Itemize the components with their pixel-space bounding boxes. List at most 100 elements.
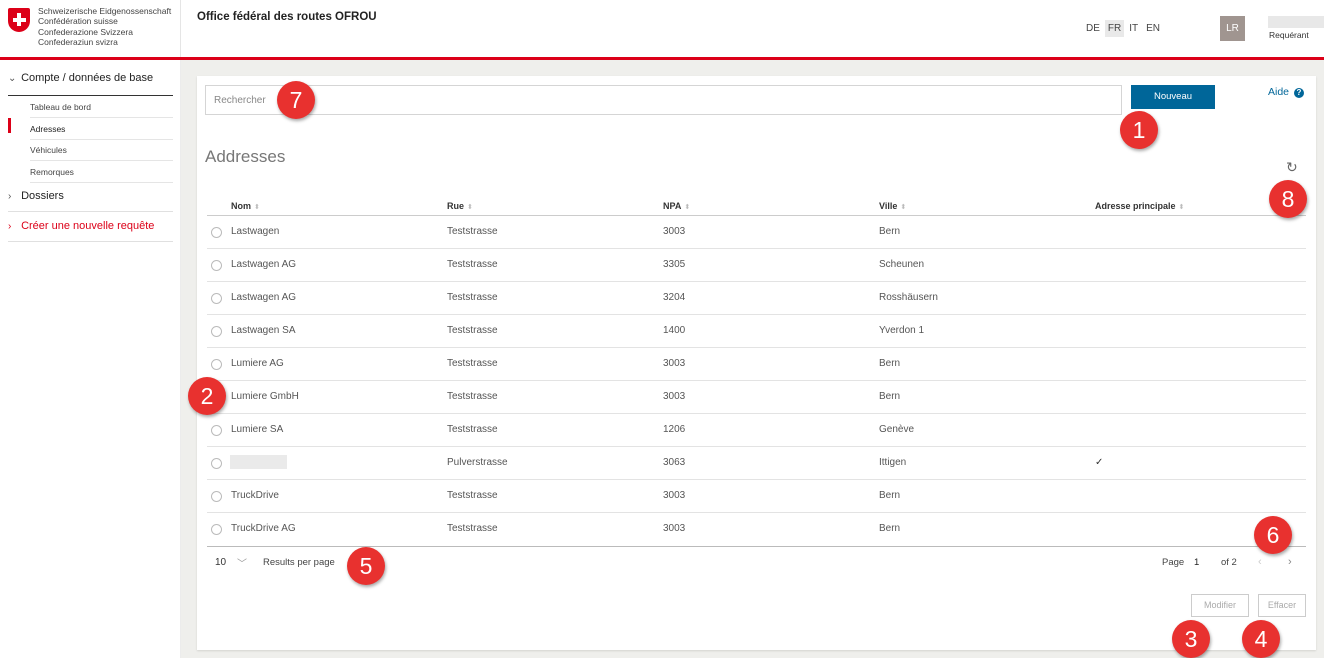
row-radio[interactable] xyxy=(211,260,222,271)
current-page[interactable]: 1 xyxy=(1194,557,1199,568)
federal-name: Schweizerische Eidgenossenschaft Confédé… xyxy=(38,6,171,48)
sidebar-item-dashboard[interactable]: Tableau de bord xyxy=(30,96,173,118)
cell-rue: Teststrasse xyxy=(447,490,498,501)
user-name-redacted xyxy=(1268,16,1324,28)
help-label: Aide xyxy=(1268,86,1290,98)
table-row[interactable]: Lastwagen AG Teststrasse 3305 Scheunen xyxy=(207,249,1306,282)
cell-ville: Bern xyxy=(879,523,901,534)
row-radio[interactable] xyxy=(211,227,222,238)
column-header-nom[interactable]: Nom ⬍ xyxy=(231,201,260,211)
table-row[interactable]: Lastwagen Teststrasse 3003 Bern xyxy=(207,216,1306,249)
delete-button[interactable]: Effacer xyxy=(1258,594,1306,617)
sidebar-item-account[interactable]: ⌄ Compte / données de base xyxy=(8,72,173,96)
office-title: Office fédéral des routes OFROU xyxy=(197,11,377,23)
sidebar-item-dossiers[interactable]: › Dossiers xyxy=(8,190,173,212)
table-row[interactable]: Lastwagen AG Teststrasse 3204 Rosshäuser… xyxy=(207,282,1306,315)
cell-ville: Bern xyxy=(879,226,901,237)
column-header-rue[interactable]: Rue ⬍ xyxy=(447,201,473,211)
row-radio[interactable] xyxy=(211,359,222,370)
cell-ville: Bern xyxy=(879,358,901,369)
cell-npa: 1206 xyxy=(663,424,686,435)
column-header-ville[interactable]: Ville ⬍ xyxy=(879,201,906,211)
callout-marker-4: 4 xyxy=(1242,620,1280,658)
cell-ville: Scheunen xyxy=(879,259,925,270)
sort-icon: ⬍ xyxy=(900,204,907,211)
row-radio[interactable] xyxy=(211,293,222,304)
chevron-down-icon[interactable]: ﹀ xyxy=(237,555,247,570)
per-page-select[interactable]: 10 xyxy=(215,557,226,568)
table-footer-divider xyxy=(207,546,1306,547)
app-window: Schweizerische Eidgenossenschaft Confédé… xyxy=(0,0,1324,658)
cell-rue: Teststrasse xyxy=(447,358,498,369)
cell-ville: Genève xyxy=(879,424,915,435)
sidebar-item-vehicles[interactable]: Véhicules xyxy=(30,139,173,161)
previous-page-icon[interactable]: ‹ xyxy=(1258,556,1262,568)
refresh-icon[interactable]: ↻ xyxy=(1286,159,1298,176)
table-row[interactable]: Pulverstrasse 3063 Ittigen ✓ xyxy=(207,447,1306,480)
lang-it[interactable]: IT xyxy=(1126,20,1141,37)
cell-npa: 3003 xyxy=(663,226,686,237)
table-header: Nom ⬍ Rue ⬍ NPA ⬍ Ville ⬍ Adresse principale… xyxy=(207,199,1306,216)
per-page-label: Results per page xyxy=(263,557,335,568)
lang-en[interactable]: EN xyxy=(1143,20,1163,37)
sidebar-item-create-request[interactable]: › Créer une nouvelle requête xyxy=(8,220,173,242)
cell-rue: Teststrasse xyxy=(447,325,498,336)
federal-name-it: Confederazione Svizzera xyxy=(38,26,133,37)
cell-npa: 3003 xyxy=(663,490,686,501)
redacted-name xyxy=(230,455,287,469)
lang-de[interactable]: DE xyxy=(1083,20,1103,37)
cell-nom: Lumiere AG xyxy=(231,358,284,369)
cell-rue: Pulverstrasse xyxy=(447,457,508,468)
cell-ville: Yverdon 1 xyxy=(879,325,925,336)
cell-rue: Teststrasse xyxy=(447,391,498,402)
table-row[interactable]: Lastwagen SA Teststrasse 1400 Yverdon 1 xyxy=(207,315,1306,348)
user-avatar[interactable]: LR xyxy=(1220,16,1245,41)
help-link[interactable]: Aide ? xyxy=(1268,86,1304,98)
sidebar-item-label: Créer une nouvelle requête xyxy=(21,220,155,232)
lang-fr[interactable]: FR xyxy=(1104,20,1125,37)
row-radio[interactable] xyxy=(211,458,222,469)
page-total: of 2 xyxy=(1221,557,1237,568)
modify-button[interactable]: Modifier xyxy=(1191,594,1249,617)
sidebar-item-trailers[interactable]: Remorques xyxy=(30,161,173,183)
chevron-down-icon: ⌄ xyxy=(8,73,17,84)
column-header-npa[interactable]: NPA ⬍ xyxy=(663,201,690,211)
cell-npa: 3063 xyxy=(663,457,686,468)
row-radio[interactable] xyxy=(211,425,222,436)
page-label: Page xyxy=(1162,557,1185,568)
swiss-flag-icon xyxy=(8,8,30,32)
chevron-right-icon: › xyxy=(8,191,12,202)
user-role: Requérant xyxy=(1269,30,1309,40)
callout-marker-7: 7 xyxy=(277,81,315,119)
next-page-icon[interactable]: › xyxy=(1288,556,1292,568)
cell-npa: 3003 xyxy=(663,523,686,534)
federal-logo[interactable]: Schweizerische Eidgenossenschaft Confédé… xyxy=(0,0,181,57)
federal-name-rm: Confederaziun svizra xyxy=(38,37,118,48)
search-input[interactable] xyxy=(205,85,1122,115)
column-header-main-address[interactable]: Adresse principale ⬍ xyxy=(1095,201,1184,211)
sort-icon: ⬍ xyxy=(467,204,473,211)
row-radio[interactable] xyxy=(211,491,222,502)
column-label: Nom xyxy=(231,201,251,211)
table-row[interactable]: Lumiere SA Teststrasse 1206 Genève xyxy=(207,414,1306,447)
table-row[interactable]: TruckDrive AG Teststrasse 3003 Bern xyxy=(207,513,1306,546)
cell-ville: Bern xyxy=(879,490,901,501)
cell-nom: TruckDrive AG xyxy=(231,523,296,534)
row-radio[interactable] xyxy=(211,326,222,337)
federal-name-de: Schweizerische Eidgenossenschaft xyxy=(38,6,172,16)
table-row[interactable]: Lumiere GmbH Teststrasse 3003 Bern xyxy=(207,381,1306,414)
new-button[interactable]: Nouveau xyxy=(1131,85,1215,109)
federal-name-fr: Confédération suisse xyxy=(38,16,118,27)
table-row[interactable]: Lumiere AG Teststrasse 3003 Bern xyxy=(207,348,1306,381)
callout-marker-2: 2 xyxy=(188,377,226,415)
language-switcher: DE FR IT EN xyxy=(1083,20,1163,37)
column-label: NPA xyxy=(663,201,682,211)
cell-npa: 3003 xyxy=(663,358,686,369)
sidebar-item-addresses[interactable]: Adresses xyxy=(30,118,173,140)
cell-rue: Teststrasse xyxy=(447,292,498,303)
cell-npa: 3305 xyxy=(663,259,686,270)
table-row[interactable]: TruckDrive Teststrasse 3003 Bern xyxy=(207,480,1306,513)
callout-marker-6: 6 xyxy=(1254,516,1292,554)
row-radio[interactable] xyxy=(211,524,222,535)
column-label: Ville xyxy=(879,201,898,211)
